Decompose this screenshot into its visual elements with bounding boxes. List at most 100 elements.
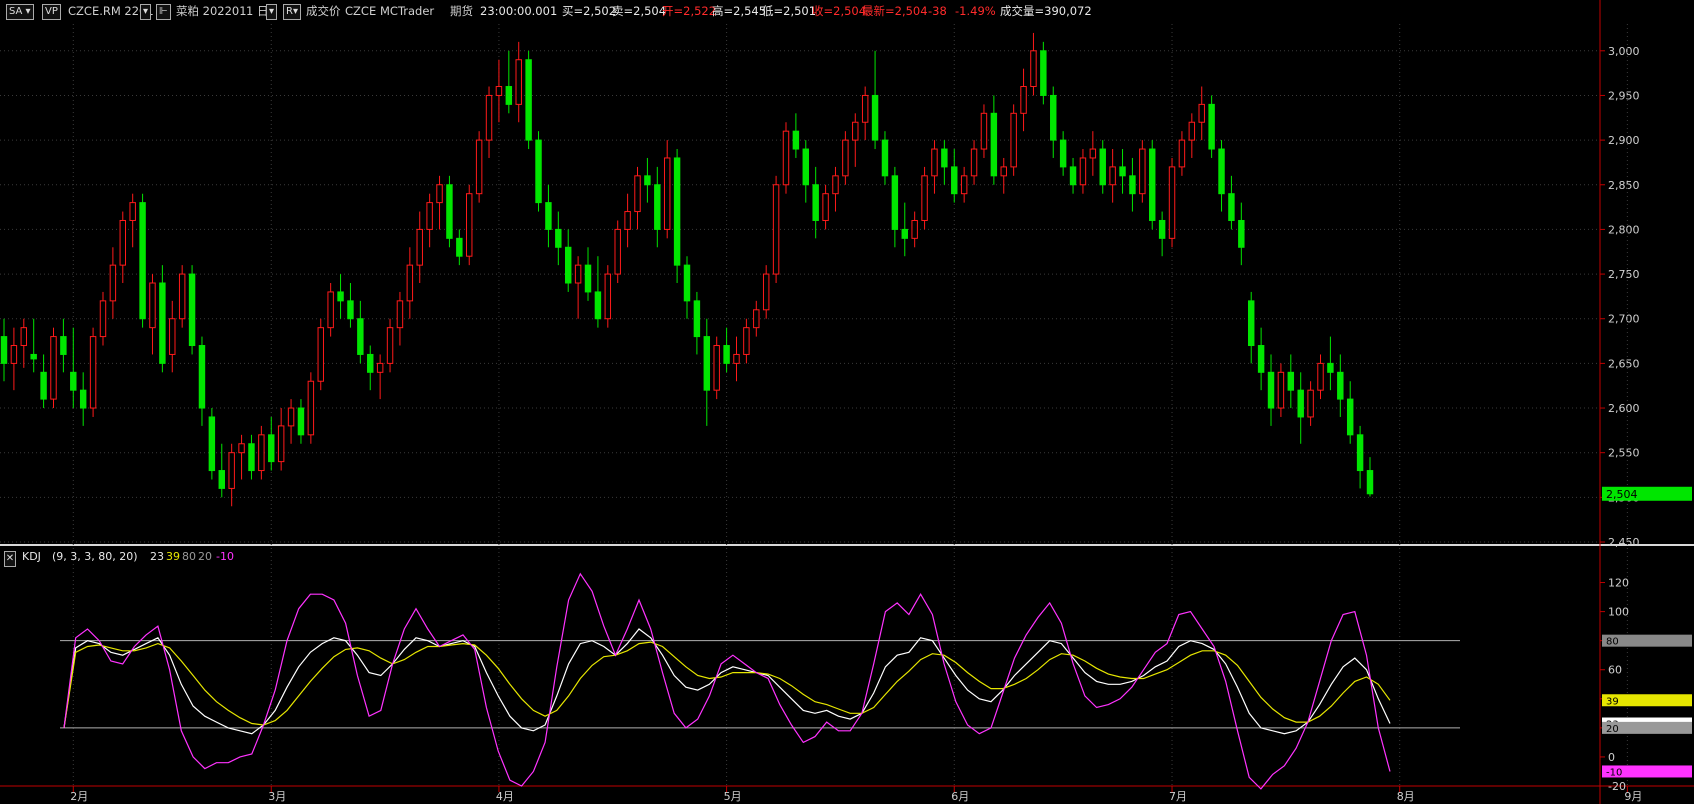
candle: [1099, 140, 1106, 194]
candle: [713, 336, 720, 400]
candle: [1158, 211, 1166, 257]
candle-body: [762, 273, 770, 311]
last-price-label: 2,504: [1606, 488, 1638, 501]
candle: [1327, 336, 1334, 391]
candle-body: [624, 211, 631, 230]
candle: [535, 131, 542, 212]
candle-body: [258, 434, 265, 472]
candle-body: [1287, 371, 1295, 391]
candle-body: [723, 345, 730, 364]
candle: [0, 318, 8, 382]
candle-body: [1178, 139, 1186, 168]
candle-body: [1257, 345, 1265, 373]
candle-body: [911, 219, 918, 239]
candle-body: [594, 291, 602, 320]
candle: [40, 354, 47, 409]
chart-canvas[interactable]: 2,4502,5002,5502,6002,6502,7002,7502,800…: [0, 0, 1694, 804]
candle: [792, 113, 800, 158]
candle-body: [1317, 362, 1324, 391]
kdj-value-marker-label: -10: [1606, 767, 1622, 778]
candle-body: [693, 300, 701, 338]
candle-body: [574, 264, 582, 284]
candle: [654, 166, 661, 248]
candle-body: [1119, 166, 1126, 177]
candle-body: [792, 130, 800, 150]
candle-body: [644, 175, 651, 186]
candle: [307, 372, 315, 444]
price-tick-label: 2,600: [1608, 402, 1640, 415]
candle-body: [1208, 103, 1215, 150]
candle: [1178, 131, 1186, 176]
candle-body: [772, 184, 780, 275]
kdj-tick-label: 120: [1608, 577, 1629, 590]
candle-body: [545, 202, 552, 230]
candle-body: [416, 228, 423, 266]
candle: [634, 166, 641, 230]
candle-body: [337, 291, 344, 302]
candle-body: [654, 184, 661, 230]
candle-body: [515, 59, 522, 105]
candle-body: [426, 202, 433, 230]
candle: [1109, 149, 1116, 203]
candle-body: [475, 139, 483, 195]
candle-body: [852, 121, 859, 141]
candle-body: [555, 228, 562, 248]
candle-body: [753, 309, 760, 329]
candle-body: [129, 202, 136, 221]
kdj-j-value: -10: [216, 550, 234, 563]
candle: [1198, 86, 1205, 141]
candle: [871, 50, 879, 150]
candle-body: [1149, 148, 1156, 221]
candle: [317, 318, 324, 391]
candle: [594, 256, 602, 328]
candle-body: [960, 175, 968, 195]
candle-body: [1337, 371, 1344, 400]
kdj-upper-value: 80: [182, 550, 196, 563]
candle-body: [436, 184, 443, 204]
candle: [564, 229, 572, 292]
candle: [70, 327, 77, 409]
candle: [1208, 95, 1215, 158]
close-icon[interactable]: ✕: [4, 551, 16, 567]
candle: [228, 443, 235, 507]
candle-body: [208, 416, 216, 472]
candle-body: [1247, 300, 1255, 347]
candle-body: [1238, 219, 1245, 248]
candle-body: [40, 371, 47, 400]
candle: [119, 211, 127, 283]
candle: [683, 256, 691, 319]
candle-body: [466, 193, 473, 257]
kdj-name: KDJ: [22, 550, 41, 563]
candle-body: [1158, 219, 1166, 239]
price-tick-label: 2,650: [1608, 357, 1640, 370]
candle: [1010, 104, 1017, 176]
candle: [337, 274, 344, 319]
candle: [980, 104, 988, 158]
candle-body: [248, 443, 255, 472]
candle: [852, 113, 859, 167]
candle-body: [277, 425, 285, 463]
candle-body: [20, 327, 28, 347]
candle: [1059, 131, 1067, 176]
candle: [723, 327, 730, 373]
candle: [1287, 354, 1295, 409]
candle: [367, 345, 374, 391]
candle-body: [1267, 371, 1275, 409]
candle: [802, 140, 810, 203]
candle-body: [188, 273, 196, 347]
candle-body: [673, 157, 681, 266]
candle: [466, 184, 473, 266]
candle: [446, 175, 453, 248]
candle: [347, 283, 354, 328]
candle: [970, 140, 978, 185]
kdj-value-marker-label: 39: [1606, 696, 1619, 707]
candle: [436, 175, 443, 230]
price-tick-label: 3,000: [1608, 45, 1640, 58]
candle: [89, 327, 97, 417]
candle-body: [1010, 112, 1017, 168]
candle-body: [268, 434, 275, 463]
candle: [881, 131, 889, 185]
candle: [426, 193, 433, 248]
candle-body: [1356, 434, 1364, 472]
month-tick-label: 6月: [951, 790, 969, 803]
